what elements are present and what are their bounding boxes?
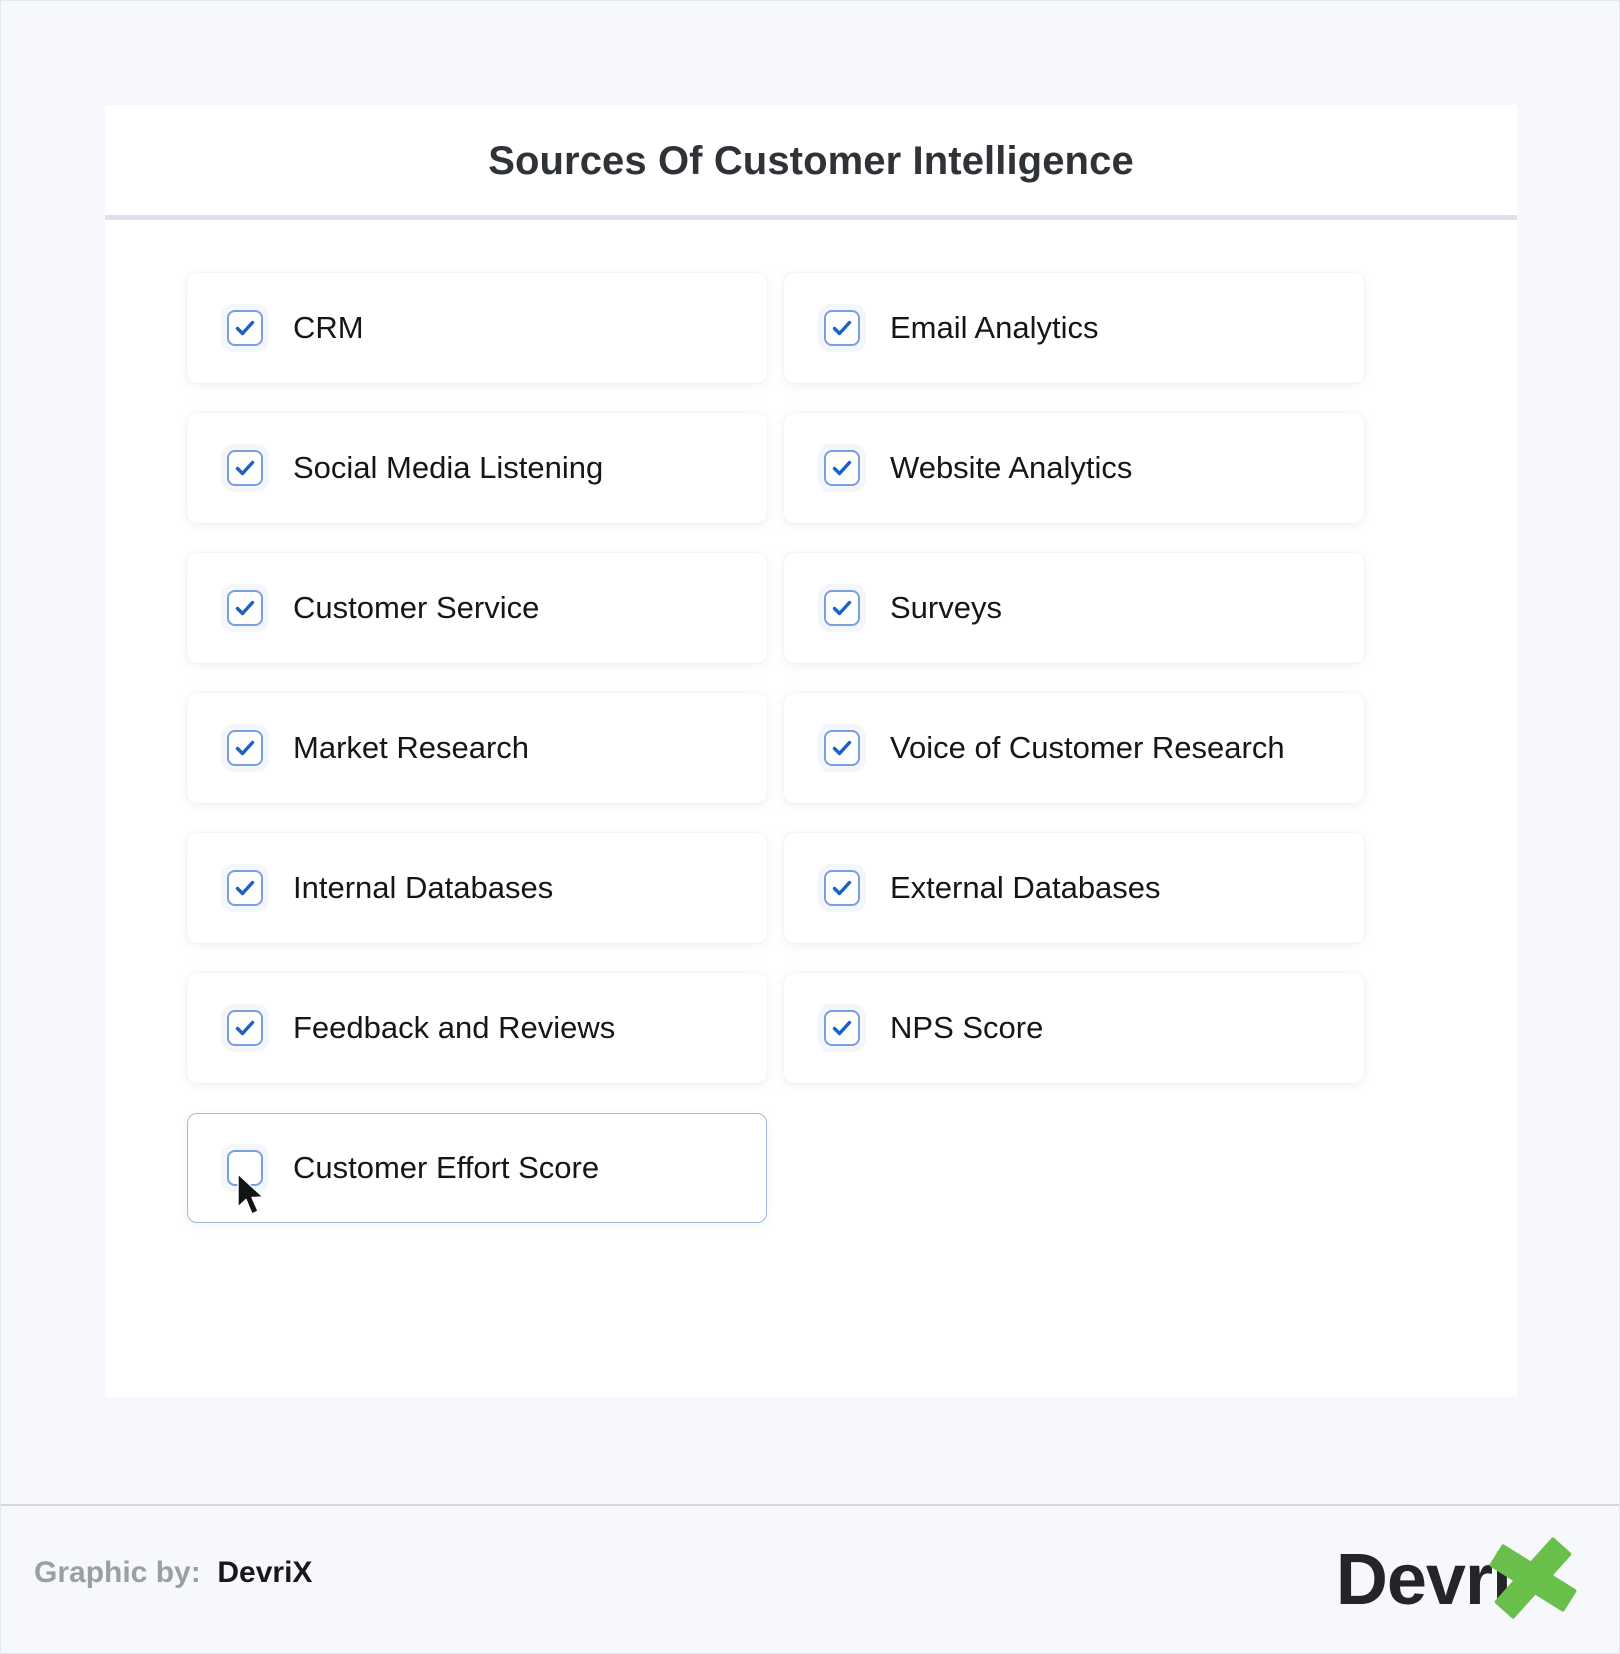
checkbox-box[interactable]	[824, 1010, 860, 1046]
content-panel: Sources Of Customer Intelligence CRM Soci…	[105, 105, 1517, 1397]
option-card[interactable]: Customer Service	[187, 553, 767, 663]
option-card[interactable]: Voice of Customer Research	[784, 693, 1364, 803]
checkmark-icon	[235, 880, 255, 896]
option-card[interactable]: Website Analytics	[784, 413, 1364, 523]
footer: Graphic by: DevriX Devri	[1, 1506, 1619, 1653]
checkbox-checked[interactable]	[818, 304, 866, 352]
option-label: Social Media Listening	[293, 450, 604, 485]
option-label: Customer Effort Score	[293, 1150, 600, 1185]
checkbox-checked[interactable]	[221, 864, 269, 912]
checkbox-checked[interactable]	[818, 724, 866, 772]
checkbox-checked[interactable]	[221, 444, 269, 492]
checkbox-box[interactable]	[227, 310, 263, 346]
option-card[interactable]: Customer Effort Score	[187, 1113, 767, 1223]
infographic-page: Sources Of Customer Intelligence CRM Soci…	[0, 0, 1620, 1654]
option-label: Feedback and Reviews	[293, 1010, 616, 1045]
checkbox-box[interactable]	[227, 870, 263, 906]
checkmark-icon	[832, 600, 852, 616]
credit-line: Graphic by: DevriX	[34, 1556, 312, 1590]
devrix-logo: Devri	[1257, 1534, 1587, 1626]
option-label: Customer Service	[293, 590, 540, 625]
option-label: Internal Databases	[293, 870, 554, 905]
option-label: Email Analytics	[890, 310, 1099, 345]
option-card[interactable]: CRM	[187, 273, 767, 383]
credit-prefix-label: Graphic by:	[34, 1556, 210, 1589]
checkbox-box[interactable]	[227, 450, 263, 486]
checkmark-icon	[235, 460, 255, 476]
checkmark-icon	[832, 320, 852, 336]
option-label: NPS Score	[890, 1010, 1044, 1045]
checkbox-checked[interactable]	[221, 304, 269, 352]
checkbox-box[interactable]	[227, 590, 263, 626]
checkbox-box[interactable]	[824, 310, 860, 346]
checkbox-box[interactable]	[824, 870, 860, 906]
option-card[interactable]: External Databases	[784, 833, 1364, 943]
checkmark-icon	[235, 600, 255, 616]
checkmark-icon	[235, 320, 255, 336]
checkbox-checked[interactable]	[221, 1004, 269, 1052]
checkmark-icon	[832, 880, 852, 896]
checkbox-unchecked[interactable]	[221, 1144, 269, 1192]
checkbox-checked[interactable]	[818, 1004, 866, 1052]
option-label: Surveys	[890, 590, 1002, 625]
option-card[interactable]: Social Media Listening	[187, 413, 767, 523]
devrix-x-mark-icon	[1489, 1537, 1577, 1619]
checkmark-icon	[832, 460, 852, 476]
page-title: Sources Of Customer Intelligence	[488, 138, 1134, 183]
options-column-right: Email Analytics Website Analytics Surveys V…	[784, 273, 1364, 1113]
checkmark-icon	[235, 1020, 255, 1036]
checkbox-box[interactable]	[227, 1010, 263, 1046]
credit-brand-label: DevriX	[217, 1556, 313, 1589]
checkbox-checked[interactable]	[221, 584, 269, 632]
checkbox-checked[interactable]	[818, 864, 866, 912]
options-column-left: CRM Social Media Listening Customer Servic…	[187, 273, 767, 1253]
option-card[interactable]: Market Research	[187, 693, 767, 803]
checkbox-box[interactable]	[227, 1150, 263, 1186]
checkbox-checked[interactable]	[818, 584, 866, 632]
option-label: Market Research	[293, 730, 530, 765]
option-label: Voice of Customer Research	[890, 730, 1285, 765]
checkbox-box[interactable]	[824, 450, 860, 486]
option-card[interactable]: Email Analytics	[784, 273, 1364, 383]
option-label: External Databases	[890, 870, 1161, 905]
checkmark-icon	[235, 740, 255, 756]
title-divider	[105, 215, 1517, 220]
option-card[interactable]: Surveys	[784, 553, 1364, 663]
option-card[interactable]: NPS Score	[784, 973, 1364, 1083]
option-label: CRM	[293, 310, 364, 345]
option-label: Website Analytics	[890, 450, 1133, 485]
checkbox-box[interactable]	[824, 730, 860, 766]
option-card[interactable]: Feedback and Reviews	[187, 973, 767, 1083]
checkbox-checked[interactable]	[818, 444, 866, 492]
checkbox-box[interactable]	[227, 730, 263, 766]
option-card[interactable]: Internal Databases	[187, 833, 767, 943]
checkbox-checked[interactable]	[221, 724, 269, 772]
checkmark-icon	[832, 740, 852, 756]
checkmark-icon	[832, 1020, 852, 1036]
checkbox-box[interactable]	[824, 590, 860, 626]
